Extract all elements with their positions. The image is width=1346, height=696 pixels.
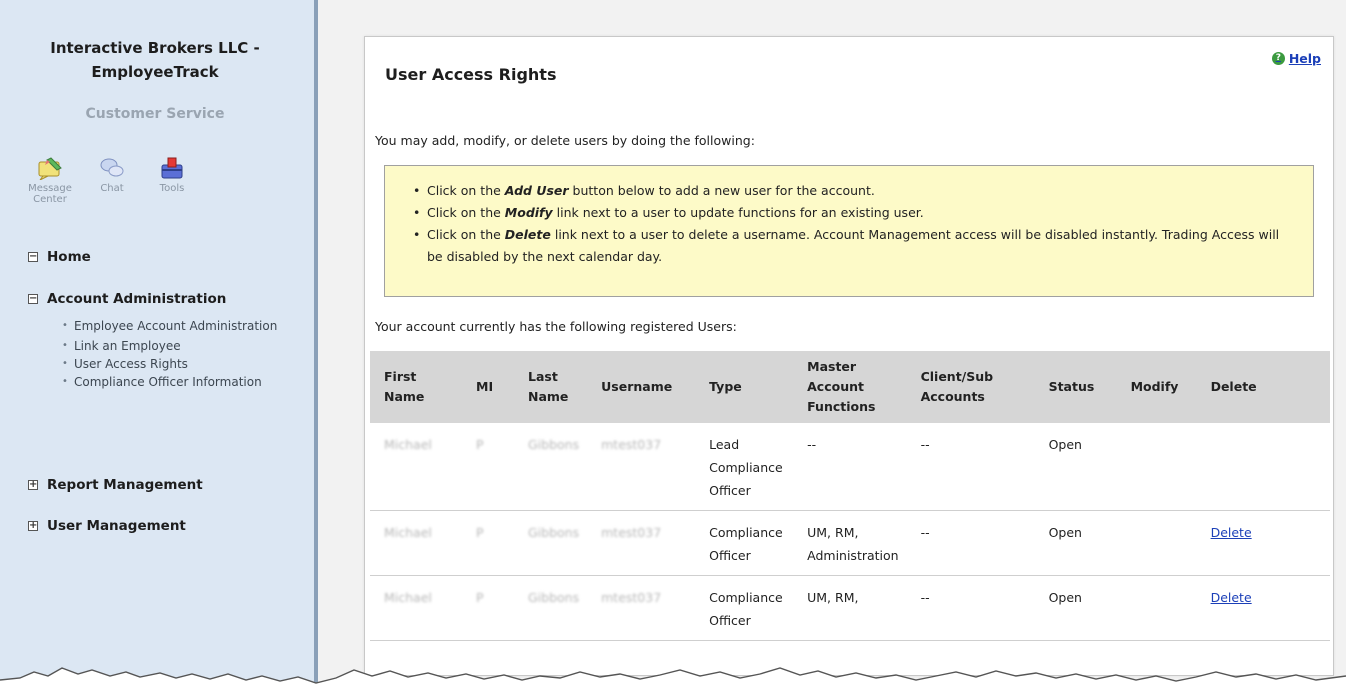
cell-type: Lead Compliance Officer xyxy=(695,423,794,511)
brand-line-1: Interactive Brokers LLC - xyxy=(50,39,260,57)
subnav-link-an-employee[interactable]: Link an Employee xyxy=(62,338,282,354)
registered-users-text: Your account currently has the following… xyxy=(375,319,737,334)
tools-button[interactable]: Tools xyxy=(142,156,202,194)
message-center-label-1: Message xyxy=(28,183,72,194)
cell-type: Compliance Officer xyxy=(695,575,794,641)
cell-first-name: Michael xyxy=(370,575,462,641)
nav-account-administration-label: Account Administration xyxy=(47,291,227,307)
chat-label: Chat xyxy=(100,183,124,194)
delete-link[interactable]: Delete xyxy=(1196,575,1330,641)
modify-emphasis: Modify xyxy=(504,205,553,220)
col-mi[interactable]: MI xyxy=(462,351,514,423)
delete-emphasis: Delete xyxy=(504,227,551,242)
app-brand: Interactive Brokers LLC - EmployeeTrack xyxy=(20,36,290,84)
col-last-name[interactable]: Last Name xyxy=(514,351,588,423)
instruction-modify: Click on the Modify link next to a user … xyxy=(413,202,1293,224)
cell-last-name: Gibbons xyxy=(514,423,588,511)
cell-modify xyxy=(1116,510,1197,576)
chat-button[interactable]: Chat xyxy=(82,156,142,194)
nav-home-label: Home xyxy=(47,249,91,265)
tools-label: Tools xyxy=(159,183,185,194)
table-header-row: First Name MI Last Name Username Type Ma… xyxy=(370,351,1330,423)
help-icon: ? xyxy=(1271,52,1285,65)
tools-icon xyxy=(159,156,185,180)
page-title: User Access Rights xyxy=(385,65,557,84)
cell-username: mtest037 xyxy=(587,510,696,576)
cell-functions: -- xyxy=(793,423,907,511)
message-center-icon xyxy=(37,156,63,181)
subnav-user-access-rights[interactable]: User Access Rights xyxy=(62,356,282,372)
col-username[interactable]: Username xyxy=(587,351,696,423)
cell-status: Open xyxy=(1034,423,1117,511)
brand-line-2: EmployeeTrack xyxy=(91,63,219,81)
table-row: Michael P Gibbons mtest037 Compliance Of… xyxy=(370,575,1330,641)
nav-account-administration[interactable]: − Account Administration xyxy=(28,291,226,307)
cell-functions: UM, RM, xyxy=(793,575,907,641)
sidebar: Interactive Brokers LLC - EmployeeTrack … xyxy=(0,0,318,696)
message-center-button[interactable]: Message Center xyxy=(20,156,80,205)
account-administration-submenu: Employee Account Administration Link an … xyxy=(62,318,282,392)
table-row: Michael P Gibbons mtest037 Lead Complian… xyxy=(370,423,1330,511)
nav-user-management[interactable]: + User Management xyxy=(28,518,186,534)
cell-functions: UM, RM, Administration xyxy=(793,510,907,576)
col-delete: Delete xyxy=(1196,351,1330,423)
col-first-name[interactable]: First Name xyxy=(370,351,462,423)
cell-first-name: Michael xyxy=(370,510,462,576)
instruction-delete: Click on the Delete link next to a user … xyxy=(413,224,1293,268)
col-client-sub-accounts[interactable]: Client/Sub Accounts xyxy=(906,351,1035,423)
chat-icon xyxy=(99,156,125,180)
instruction-add-user: Click on the Add User button below to ad… xyxy=(413,180,1293,202)
cell-username: mtest037 xyxy=(587,575,696,641)
customer-service-title: Customer Service xyxy=(85,106,225,122)
col-modify: Modify xyxy=(1116,351,1197,423)
cell-username: mtest037 xyxy=(587,423,696,511)
cell-last-name: Gibbons xyxy=(514,575,588,641)
collapse-icon: − xyxy=(28,293,38,304)
cell-mi: P xyxy=(462,510,514,576)
expand-icon: + xyxy=(28,479,38,490)
col-type[interactable]: Type xyxy=(695,351,794,423)
cell-delete xyxy=(1196,423,1330,511)
subnav-compliance-officer-information[interactable]: Compliance Officer Information xyxy=(62,374,282,390)
cell-status: Open xyxy=(1034,510,1117,576)
help-link[interactable]: ? Help xyxy=(1271,51,1321,66)
collapse-icon: − xyxy=(28,251,38,262)
expand-icon: + xyxy=(28,520,38,531)
nav-report-management[interactable]: + Report Management xyxy=(28,477,203,493)
users-table: First Name MI Last Name Username Type Ma… xyxy=(370,351,1330,641)
instructions-box: Click on the Add User button below to ad… xyxy=(384,165,1314,297)
cell-accounts: -- xyxy=(906,423,1035,511)
content-panel: ? Help User Access Rights You may add, m… xyxy=(364,36,1334,676)
cell-mi: P xyxy=(462,423,514,511)
cell-accounts: -- xyxy=(906,510,1035,576)
table-row: Michael P Gibbons mtest037 Compliance Of… xyxy=(370,510,1330,576)
help-label: Help xyxy=(1288,51,1321,66)
cell-first-name: Michael xyxy=(370,423,462,511)
nav-home[interactable]: − Home xyxy=(28,249,91,265)
intro-text: You may add, modify, or delete users by … xyxy=(375,133,755,148)
cell-type: Compliance Officer xyxy=(695,510,794,576)
delete-link[interactable]: Delete xyxy=(1196,510,1330,576)
cell-modify xyxy=(1116,575,1197,641)
nav-report-management-label: Report Management xyxy=(47,477,203,493)
add-user-emphasis: Add User xyxy=(504,183,569,198)
cell-last-name: Gibbons xyxy=(514,510,588,576)
message-center-label-2: Center xyxy=(33,194,67,205)
cell-accounts: -- xyxy=(906,575,1035,641)
col-status[interactable]: Status xyxy=(1034,351,1117,423)
nav-user-management-label: User Management xyxy=(47,518,186,534)
col-master-account-functions[interactable]: Master Account Functions xyxy=(793,351,907,423)
subnav-employee-account-administration[interactable]: Employee Account Administration xyxy=(62,318,282,334)
cell-modify xyxy=(1116,423,1197,511)
torn-edge-decoration xyxy=(0,667,1346,696)
cell-mi: P xyxy=(462,575,514,641)
cell-status: Open xyxy=(1034,575,1117,641)
